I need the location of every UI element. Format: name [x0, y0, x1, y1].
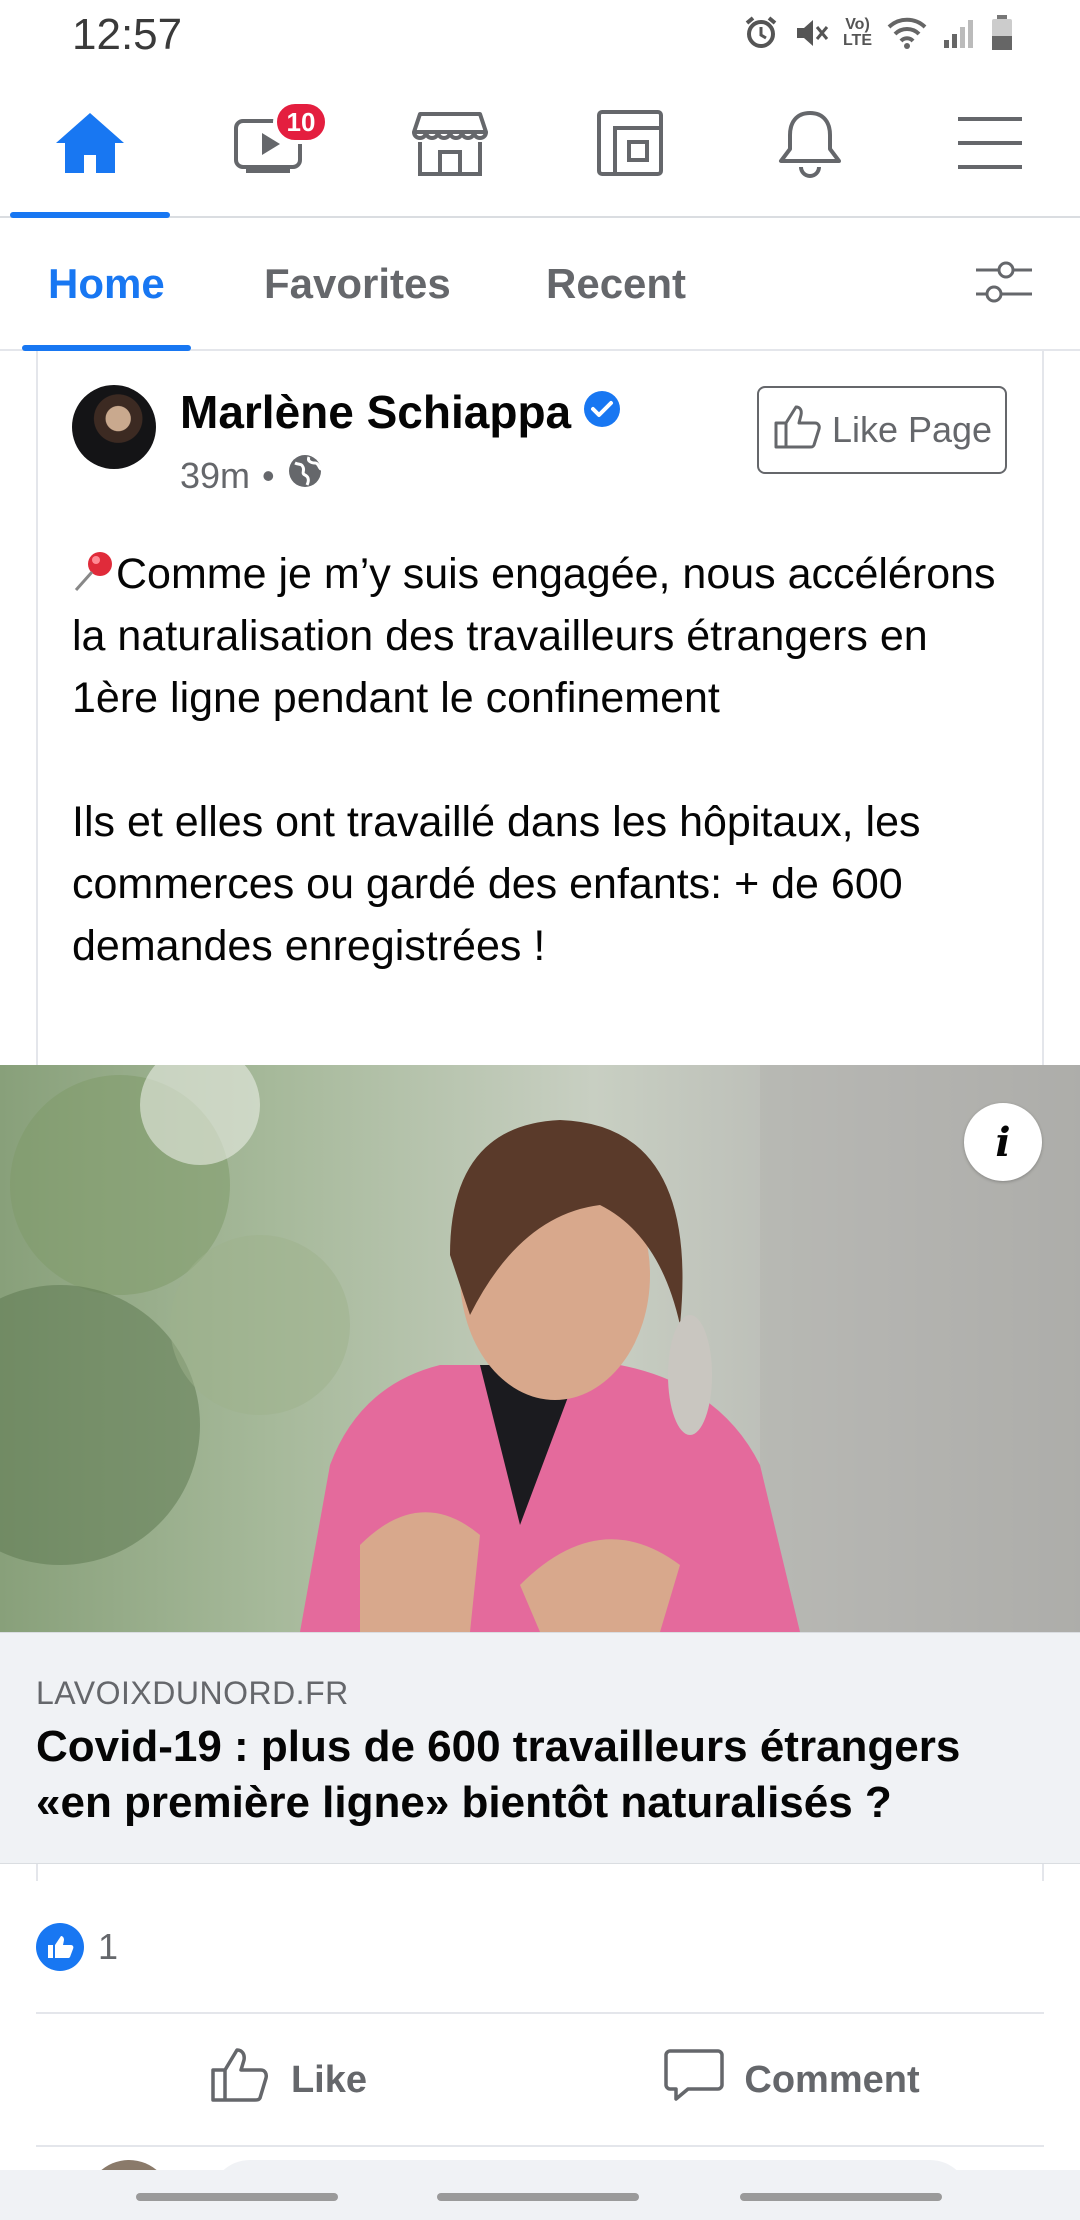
nav-watch[interactable]: 10: [180, 75, 360, 216]
link-preview[interactable]: LAVOIXDUNORD.FR Covid-19 : plus de 600 t…: [0, 1632, 1080, 1864]
link-domain: LAVOIXDUNORD.FR: [36, 1675, 349, 1711]
nav-notifications[interactable]: [720, 75, 900, 216]
recent-apps-button[interactable]: [136, 2193, 338, 2201]
like-page-label: Like Page: [831, 409, 993, 450]
top-nav: 10: [0, 75, 1080, 218]
info-button[interactable]: i: [964, 1103, 1042, 1181]
reaction-summary[interactable]: 1: [36, 1923, 118, 1971]
thumbs-up-icon: [209, 2046, 271, 2114]
system-nav-bar: [0, 2170, 1080, 2220]
verified-badge-icon: [583, 385, 621, 439]
tab-home[interactable]: Home: [22, 218, 191, 351]
divider: [36, 2145, 1044, 2147]
nav-menu[interactable]: [900, 75, 1080, 216]
post-text-line-1: Comme je m’y suis engagée, nous accéléro…: [72, 550, 1008, 722]
post-meta: 39m •: [180, 453, 323, 498]
volte-label: Vo): [845, 16, 870, 33]
nav-pages[interactable]: [540, 75, 720, 216]
like-page-button[interactable]: Like Page: [757, 386, 1007, 474]
home-button[interactable]: [437, 2193, 639, 2201]
post-text: Comme je m’y suis engagée, nous accéléro…: [72, 543, 1012, 977]
menu-icon: [956, 115, 1024, 176]
back-button[interactable]: [740, 2193, 942, 2201]
lte-label: LTE: [842, 32, 872, 49]
comment-label: Comment: [744, 2058, 920, 2101]
post-text-paragraph-1: Comme je m’y suis engagée, nous accéléro…: [72, 543, 1012, 729]
link-title: Covid-19 : plus de 600 travailleurs étra…: [36, 1722, 961, 1827]
watch-badge: 10: [273, 100, 329, 144]
battery-icon: [990, 14, 1014, 52]
reaction-count: 1: [98, 1926, 119, 1967]
globe-icon: [287, 453, 323, 498]
post-time[interactable]: 39m: [180, 455, 250, 497]
pages-icon: [595, 108, 665, 183]
tab-recent[interactable]: Recent: [546, 218, 686, 349]
like-button[interactable]: Like: [36, 2015, 540, 2145]
home-icon: [52, 109, 128, 182]
post-actions: Like Comment: [36, 2015, 1044, 2145]
like-reaction-icon: [36, 1923, 84, 1971]
avatar[interactable]: [72, 385, 156, 469]
filter-icon[interactable]: [974, 258, 1034, 311]
author-name[interactable]: Marlène Schiappa: [180, 385, 571, 439]
comment-button[interactable]: Comment: [540, 2015, 1044, 2145]
sub-tabs: Home Favorites Recent: [0, 218, 1080, 351]
bell-icon: [775, 107, 845, 184]
mute-icon: [793, 15, 829, 51]
alarm-icon: [743, 15, 779, 51]
post-author[interactable]: Marlène Schiappa: [180, 385, 621, 439]
divider: [36, 2012, 1044, 2014]
link-preview-image[interactable]: [0, 1065, 1080, 1632]
tab-favorites[interactable]: Favorites: [264, 218, 451, 349]
post-text-paragraph-2: Ils et elles ont travaillé dans les hôpi…: [72, 798, 933, 970]
thumbs-up-icon: [772, 403, 822, 458]
status-icons: Vo) LTE: [743, 14, 1014, 52]
like-label: Like: [290, 2058, 368, 2101]
status-time: 12:57: [72, 10, 183, 59]
status-bar: 12:57 Vo) LTE: [0, 0, 1080, 75]
pushpin-icon: [72, 550, 116, 598]
wifi-icon: [886, 16, 928, 50]
volte-icon: Vo) LTE: [843, 17, 872, 49]
nav-marketplace[interactable]: [360, 75, 540, 216]
marketplace-icon: [412, 108, 488, 183]
comment-icon: [664, 2047, 725, 2113]
meta-separator: •: [262, 454, 275, 496]
signal-icon: [942, 16, 976, 50]
nav-home[interactable]: [0, 75, 180, 218]
